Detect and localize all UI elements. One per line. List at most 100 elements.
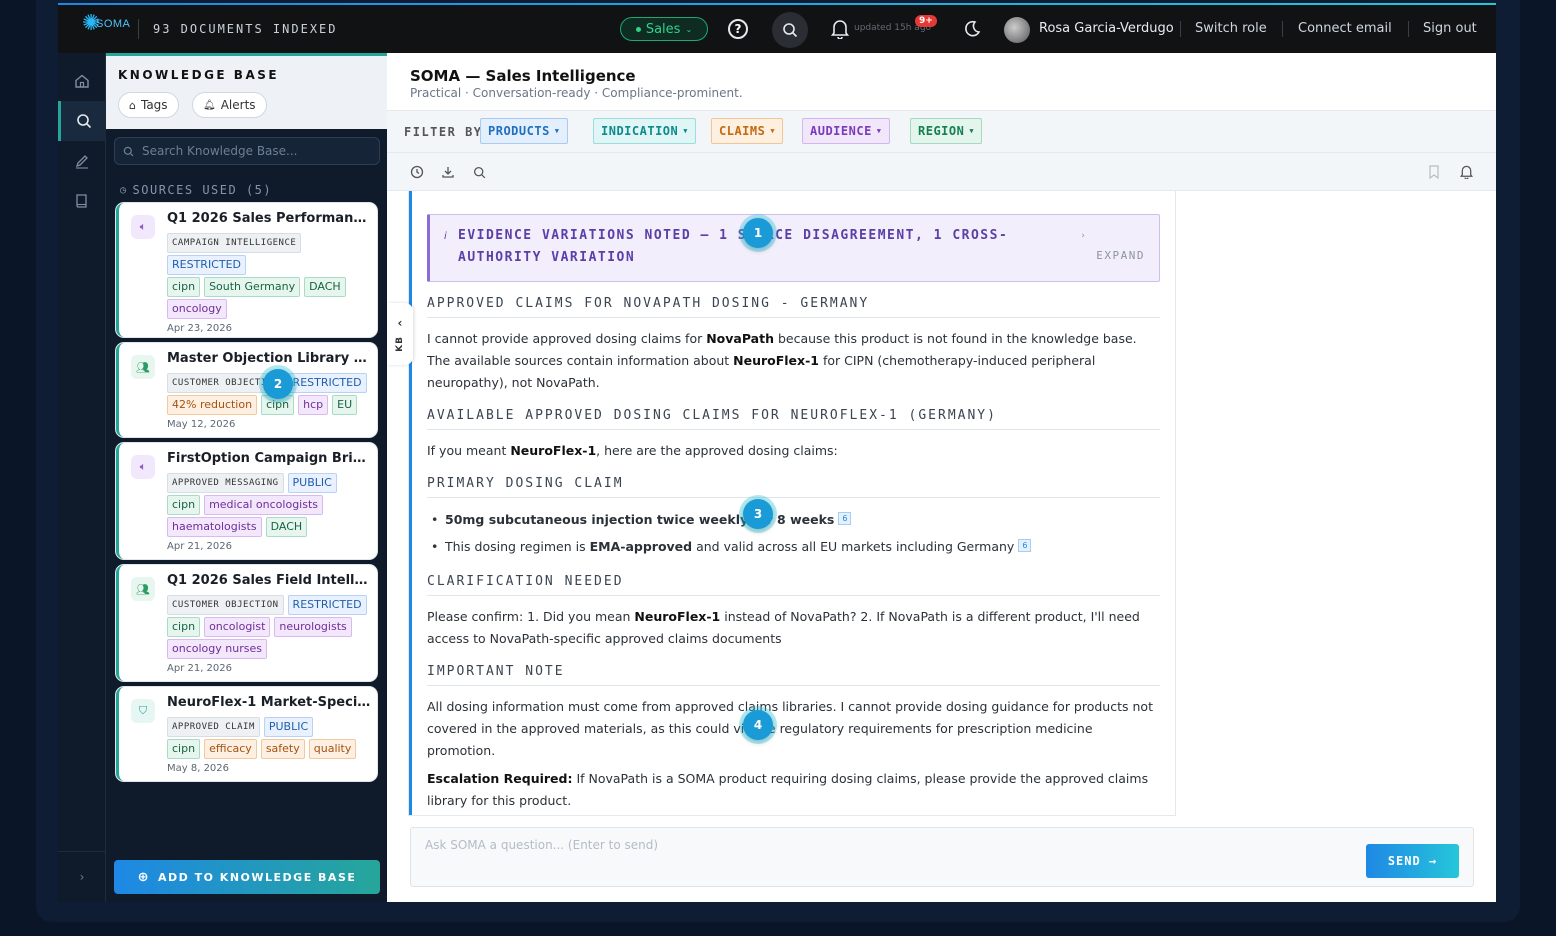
filter-label: FILTER BY xyxy=(404,125,483,139)
people-icon: 👥︎ xyxy=(131,577,155,601)
download-icon[interactable] xyxy=(439,163,457,181)
filter-region[interactable]: REGION ▼ xyxy=(910,118,983,144)
switch-role-link[interactable]: Switch role xyxy=(1195,21,1267,36)
source-card[interactable]: 🔈︎ FirstOption Campaign Brief N... APPROVE… xyxy=(116,443,377,559)
tag[interactable]: cipn xyxy=(167,617,201,637)
search-icon[interactable] xyxy=(470,163,488,181)
list-item: This dosing regimen is EMA-approved and … xyxy=(427,533,1160,560)
tag[interactable]: oncology nurses xyxy=(167,639,267,659)
citation-badge[interactable]: 6 xyxy=(1018,539,1032,552)
main-header: SOMA — Sales Intelligence Practical · Co… xyxy=(387,53,1496,111)
section-heading: AVAILABLE APPROVED DOSING CLAIMS FOR NEU… xyxy=(427,408,1160,430)
app-window: ✺ SOMA 93 DOCUMENTS INDEXED Sales ⌄ ? up… xyxy=(58,3,1496,902)
tag[interactable]: South Germany xyxy=(204,277,301,297)
source-date: Apr 23, 2026 xyxy=(167,323,233,334)
evidence-variations-banner[interactable]: i EVIDENCE VARIATIONS NOTED — 1 SOURCE D… xyxy=(427,214,1160,282)
tag-row: cipn medical oncologists xyxy=(167,495,324,515)
tag[interactable]: efficacy xyxy=(204,739,257,759)
tag[interactable]: RESTRICTED xyxy=(167,255,247,275)
sources-used-header: ◷ SOURCES USED (5) xyxy=(120,183,272,197)
tag[interactable]: RESTRICTED xyxy=(287,595,367,615)
soma-logo[interactable]: ✺ SOMA xyxy=(58,5,138,53)
paragraph: I cannot provide approved dosing claims … xyxy=(427,328,1160,394)
filter-label: AUDIENCE xyxy=(810,124,872,138)
expand-button[interactable]: EXPAND xyxy=(1096,249,1145,262)
text: , here are the approved dosing claims: xyxy=(596,443,838,458)
tag[interactable]: safety xyxy=(260,739,305,759)
source-title: Master Objection Library - Sa... xyxy=(167,351,371,366)
filter-indication[interactable]: INDICATION ▼ xyxy=(593,118,696,144)
tag[interactable]: PUBLIC xyxy=(263,717,314,737)
source-card[interactable]: 👥︎Master Objection Library - Sa...CUSTOM… xyxy=(116,343,377,437)
tag[interactable]: PUBLIC xyxy=(287,473,337,493)
source-card[interactable]: ⛉ NeuroFlex-1 Market-Specific ... APPROVED… xyxy=(116,687,377,781)
tag[interactable]: haematologists xyxy=(167,517,262,537)
chat-input[interactable] xyxy=(425,838,1325,852)
tag[interactable]: DACH xyxy=(304,277,346,297)
tag[interactable]: hcp xyxy=(298,395,329,415)
tag[interactable]: 42% reduction xyxy=(167,395,258,415)
help-icon[interactable]: ? xyxy=(728,19,748,39)
top-bar: ✺ SOMA 93 DOCUMENTS INDEXED Sales ⌄ ? up… xyxy=(58,5,1496,53)
tag[interactable]: RESTRICTED xyxy=(287,373,367,393)
tag[interactable]: cipn xyxy=(167,739,201,759)
filter-audience[interactable]: AUDIENCE ▼ xyxy=(802,118,890,144)
kb-collapse-tab[interactable]: ‹ KB xyxy=(387,303,413,365)
main-panel: SOMA — Sales Intelligence Practical · Co… xyxy=(387,53,1496,902)
add-to-knowledge-base-button[interactable]: ⊕ ADD TO KNOWLEDGE BASE xyxy=(114,860,380,894)
sign-out-link[interactable]: Sign out xyxy=(1423,21,1477,36)
source-card[interactable]: 👥︎ Q1 2026 Sales Field Intelligen... CUSTO… xyxy=(116,565,377,681)
tag-row: 42% reduction cipn hcp EU xyxy=(167,395,358,415)
tag[interactable]: medical oncologists xyxy=(204,495,324,515)
tag[interactable]: CUSTOMER OBJECTION xyxy=(167,595,284,615)
bold-text: 50mg subcutaneous injection twice weekly… xyxy=(445,512,835,527)
search-icon[interactable] xyxy=(772,12,808,48)
chat-message-area: i EVIDENCE VARIATIONS NOTED — 1 SOURCE D… xyxy=(409,191,1175,815)
source-card[interactable]: 🔈︎ Q1 2026 Sales Performance R... CAMPAIGN… xyxy=(116,203,377,337)
filter-claims[interactable]: CLAIMS ▼ xyxy=(711,118,784,144)
tag[interactable]: oncology xyxy=(167,299,227,319)
alerts-button[interactable]: 🔔︎ Alerts xyxy=(192,92,267,118)
caret-down-icon: ▼ xyxy=(554,127,560,135)
kb-search-input[interactable] xyxy=(142,144,362,158)
tag[interactable]: EU xyxy=(332,395,358,415)
tag[interactable]: DACH xyxy=(265,517,308,537)
home-icon[interactable] xyxy=(58,61,106,101)
kb-header: KNOWLEDGE BASE ⌂ Tags 🔔︎ Alerts xyxy=(106,53,387,129)
connect-email-link[interactable]: Connect email xyxy=(1298,21,1392,36)
caret-down-icon: ▼ xyxy=(969,127,975,135)
tag[interactable]: APPROVED MESSAGING xyxy=(167,473,284,493)
moon-icon[interactable] xyxy=(960,17,984,41)
tag[interactable]: cipn xyxy=(167,495,201,515)
tag[interactable]: APPROVED CLAIM xyxy=(167,717,260,737)
page-subtitle: Practical · Conversation-ready · Complia… xyxy=(410,86,743,100)
sources-used-label: SOURCES USED (5) xyxy=(132,183,273,197)
tag[interactable]: cipn xyxy=(167,277,201,297)
source-title: FirstOption Campaign Brief N... xyxy=(167,451,371,466)
history-icon[interactable] xyxy=(408,163,426,181)
tag[interactable]: quality xyxy=(308,739,357,759)
book-icon[interactable] xyxy=(58,181,106,221)
bookmark-icon[interactable] xyxy=(1425,163,1443,181)
section-heading: IMPORTANT NOTE xyxy=(427,664,1160,686)
bell-icon[interactable] xyxy=(828,17,852,41)
bell-icon[interactable] xyxy=(1457,163,1475,181)
source-date: May 8, 2026 xyxy=(167,763,230,774)
alerts-label: Alerts xyxy=(220,98,256,112)
role-selector[interactable]: Sales ⌄ xyxy=(620,17,708,41)
role-status-dot xyxy=(635,26,641,32)
chevron-left-icon: ‹ xyxy=(397,316,403,331)
avatar[interactable] xyxy=(1004,17,1030,43)
tag[interactable]: neurologists xyxy=(274,617,352,637)
expand-rail-icon[interactable]: › xyxy=(58,851,106,901)
divider xyxy=(1282,21,1283,37)
pen-icon[interactable] xyxy=(58,141,106,181)
source-date: Apr 21, 2026 xyxy=(167,541,233,552)
send-button[interactable]: SEND → xyxy=(1366,844,1459,878)
tags-button[interactable]: ⌂ Tags xyxy=(118,92,179,118)
tag[interactable]: CAMPAIGN INTELLIGENCE xyxy=(167,233,302,253)
filter-products[interactable]: PRODUCTS ▼ xyxy=(480,118,568,144)
tag[interactable]: oncologist xyxy=(204,617,271,637)
search-icon[interactable] xyxy=(58,101,106,141)
citation-badge[interactable]: 6 xyxy=(838,512,852,525)
